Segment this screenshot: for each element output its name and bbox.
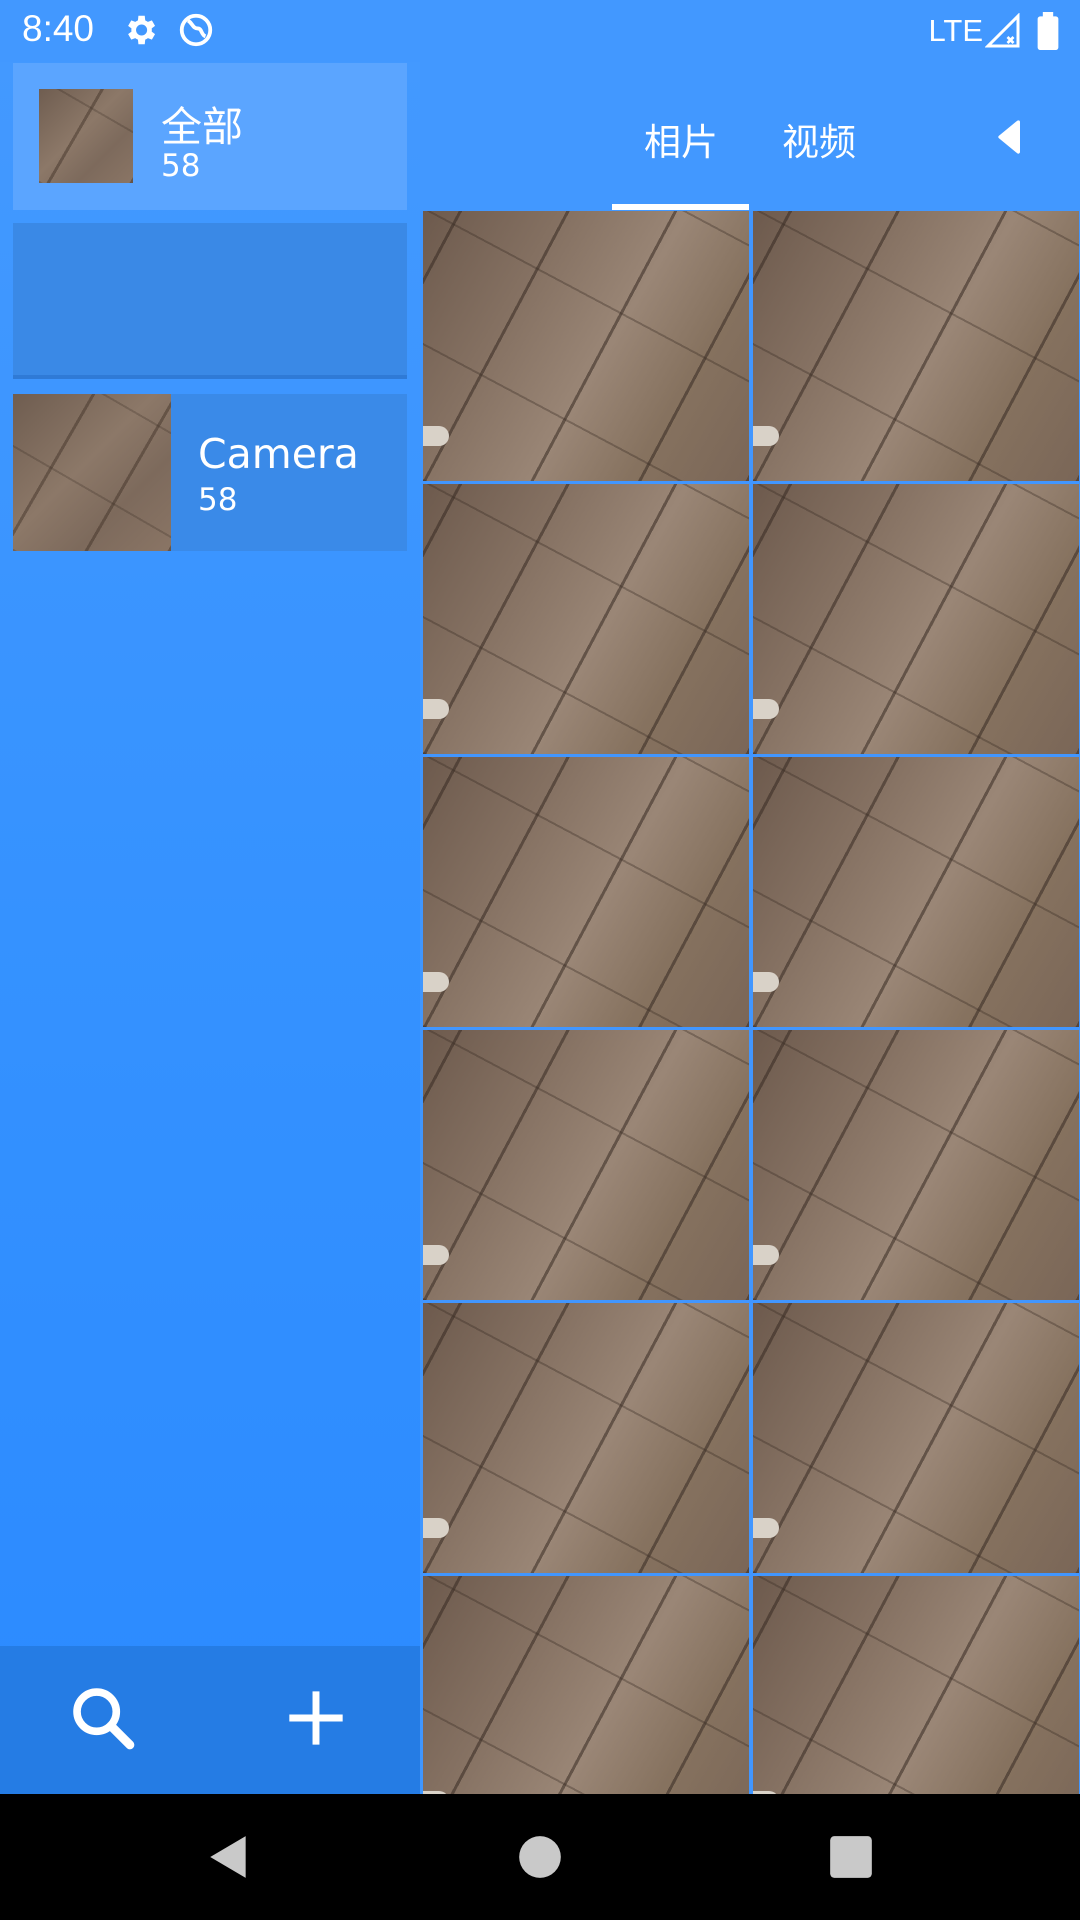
network-type: LTE: [928, 13, 983, 48]
photo-thumbnail[interactable]: [423, 1303, 749, 1573]
tab-indicator: [612, 204, 749, 210]
album-item-camera[interactable]: Camera 58: [13, 394, 407, 551]
photo-thumbnail[interactable]: [423, 1576, 749, 1794]
tab-videos[interactable]: 视频: [782, 112, 856, 166]
battery-icon: [1037, 12, 1059, 54]
album-title: Camera: [198, 430, 359, 478]
album-thumbnail: [13, 394, 171, 551]
photo-thumbnail[interactable]: [753, 1576, 1079, 1794]
collapse-button[interactable]: [990, 117, 1030, 157]
nav-back-button[interactable]: [204, 1832, 254, 1882]
photo-thumbnail[interactable]: [753, 1303, 1079, 1573]
vpn-globe-icon: [177, 11, 215, 53]
photo-thumbnail[interactable]: [423, 211, 749, 481]
tab-photos[interactable]: 相片: [644, 112, 718, 166]
search-icon: [65, 1680, 141, 1760]
photo-thumbnail[interactable]: [423, 484, 749, 754]
add-icon: [284, 1686, 348, 1754]
photo-thumbnail[interactable]: [423, 1030, 749, 1300]
photo-thumbnail[interactable]: [753, 211, 1079, 481]
album-thumbnail: [39, 89, 133, 183]
sidebar-action-bar: [0, 1646, 420, 1794]
album-item-empty[interactable]: [13, 223, 407, 379]
caret-left-icon: [990, 120, 1030, 161]
nav-home-button[interactable]: [515, 1832, 565, 1882]
album-count: 58: [198, 482, 238, 518]
album-item-all[interactable]: 全部 58: [13, 63, 407, 210]
photo-grid: [423, 211, 1080, 1794]
back-triangle-icon: [204, 1836, 254, 1886]
photo-thumbnail[interactable]: [423, 757, 749, 1027]
album-title: 全部: [161, 103, 243, 151]
add-album-button[interactable]: [276, 1680, 356, 1760]
status-bar: 8:40 LTE: [0, 0, 1080, 62]
home-circle-icon: [515, 1836, 565, 1886]
system-nav-bar: [0, 1794, 1080, 1920]
nav-recents-button[interactable]: [826, 1832, 876, 1882]
search-button[interactable]: [63, 1680, 143, 1760]
settings-icon: [121, 11, 159, 53]
signal-icon: [984, 12, 1021, 53]
media-header: 相片 视频: [420, 62, 1080, 211]
recents-square-icon: [826, 1836, 876, 1886]
album-count: 58: [161, 148, 201, 184]
photo-thumbnail[interactable]: [753, 757, 1079, 1027]
photo-thumbnail[interactable]: [753, 484, 1079, 754]
status-time: 8:40: [22, 8, 95, 49]
album-sidebar: 全部 58 Camera 58: [0, 62, 420, 1794]
photo-thumbnail[interactable]: [753, 1030, 1079, 1300]
